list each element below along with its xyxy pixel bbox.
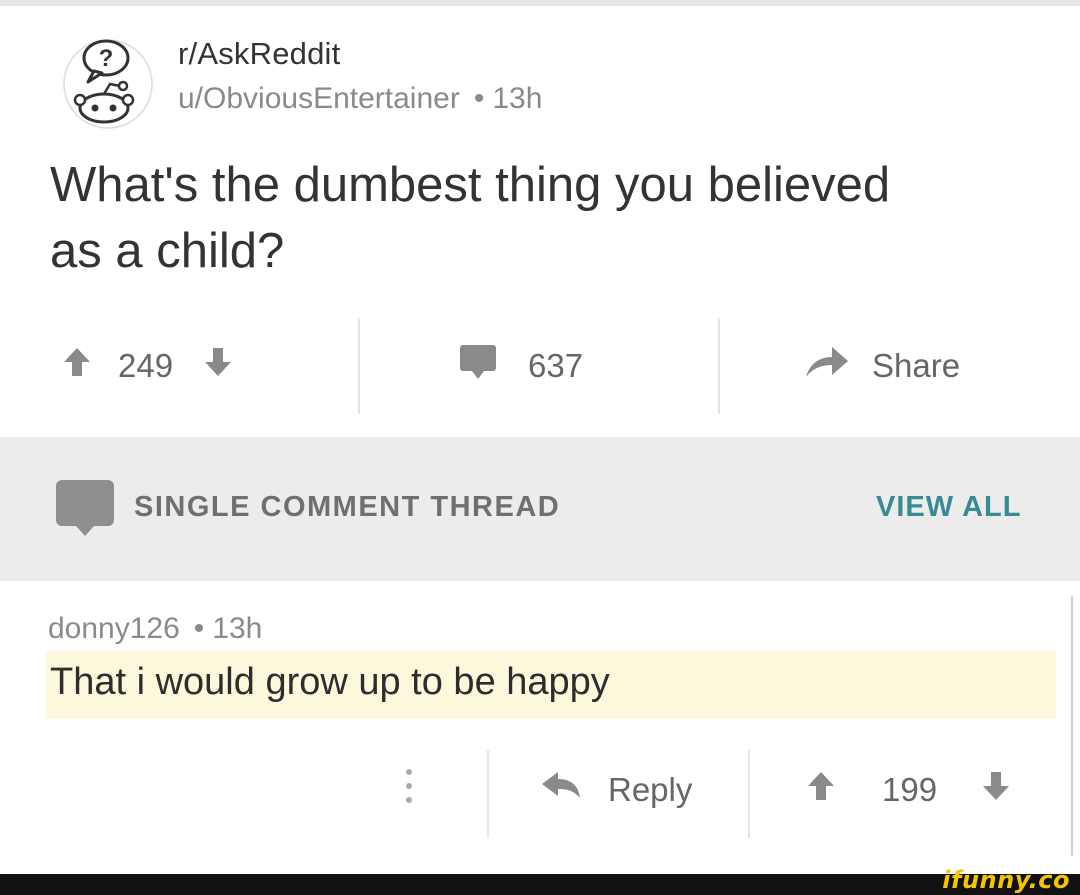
separator-dot: • bbox=[473, 82, 485, 115]
divider bbox=[358, 318, 360, 414]
vote-group: 249 bbox=[62, 318, 233, 414]
post-age: 13h bbox=[492, 82, 543, 115]
more-options-button[interactable] bbox=[402, 742, 416, 838]
comment-bubble-icon bbox=[56, 480, 114, 538]
post-title[interactable]: What's the dumbest thing you believed as… bbox=[50, 152, 950, 284]
comment-meta: donny126 • 13h bbox=[48, 612, 262, 646]
separator-dot: • bbox=[193, 612, 205, 645]
post-score: 249 bbox=[118, 347, 174, 384]
reply-label: Reply bbox=[608, 771, 693, 808]
comment-action-bar: Reply 199 bbox=[0, 742, 1080, 838]
ifunny-watermark: ifunny.co bbox=[942, 866, 1070, 894]
comment-age: 13h bbox=[212, 612, 263, 645]
subreddit-avatar-icon[interactable]: ? bbox=[62, 38, 154, 130]
footer-bar bbox=[0, 874, 1080, 895]
comment-vote-group: 199 bbox=[806, 742, 1011, 838]
upvote-icon[interactable] bbox=[62, 346, 92, 386]
post-author[interactable]: u/ObviousEntertainer bbox=[178, 82, 460, 115]
svg-text:?: ? bbox=[99, 45, 114, 72]
divider bbox=[748, 750, 750, 838]
post-meta: u/ObviousEntertainer • 13h bbox=[178, 82, 542, 116]
divider bbox=[487, 750, 489, 838]
downvote-icon[interactable] bbox=[203, 346, 233, 386]
vertical-dots-icon bbox=[402, 766, 416, 814]
comment-score: 199 bbox=[882, 771, 938, 808]
share-button[interactable]: Share bbox=[802, 318, 960, 414]
view-all-link[interactable]: VIEW ALL bbox=[876, 491, 1021, 524]
reply-button[interactable]: Reply bbox=[540, 742, 692, 838]
share-arrow-icon bbox=[802, 343, 850, 389]
top-edge bbox=[0, 0, 1080, 6]
comment-count: 637 bbox=[528, 347, 584, 384]
share-label: Share bbox=[872, 347, 961, 384]
comments-button[interactable]: 637 bbox=[458, 318, 583, 414]
divider bbox=[718, 318, 720, 414]
comment-icon bbox=[458, 343, 498, 389]
subreddit-name[interactable]: r/AskReddit bbox=[178, 36, 340, 72]
post-action-bar: 249 637 Share bbox=[0, 318, 1080, 414]
comment-author[interactable]: donny126 bbox=[48, 612, 180, 645]
thread-label: SINGLE COMMENT THREAD bbox=[134, 491, 561, 523]
downvote-icon[interactable] bbox=[981, 770, 1011, 810]
reply-arrow-icon bbox=[540, 770, 582, 810]
comment-text: That i would grow up to be happy bbox=[50, 661, 610, 703]
upvote-icon[interactable] bbox=[806, 770, 836, 810]
